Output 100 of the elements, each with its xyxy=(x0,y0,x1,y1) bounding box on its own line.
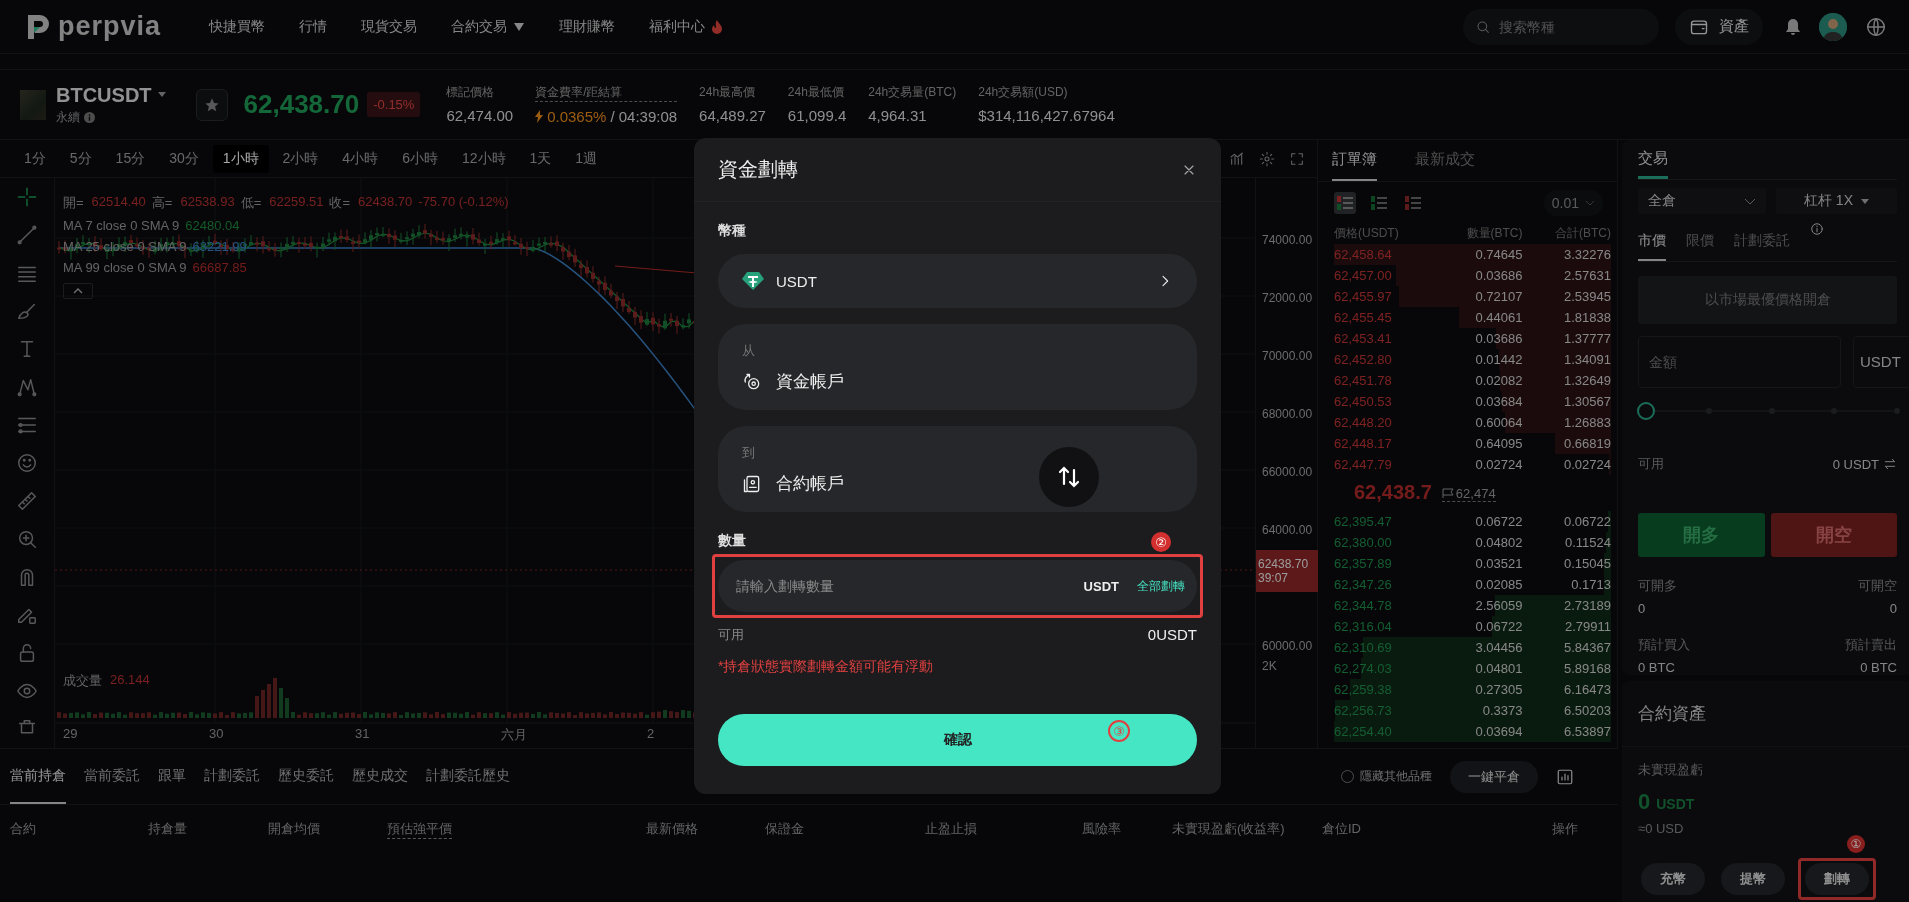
positions-tab[interactable]: 跟單 xyxy=(158,749,186,804)
precision-select[interactable]: 0.01 xyxy=(1543,190,1603,216)
available-value: 0USDT xyxy=(1147,626,1197,644)
volume-value: 26.144 xyxy=(110,672,150,689)
legend-change: -75.70 (-0.12%) xyxy=(418,194,509,211)
nav-link[interactable]: 行情 xyxy=(299,17,328,36)
asset-action-button[interactable]: 充幣 xyxy=(1641,863,1705,895)
leverage-select[interactable]: 杠杆 1X xyxy=(1776,188,1897,215)
pnl-usd: ≈0 USD xyxy=(1638,821,1685,836)
timeframe-tab[interactable]: 15分 xyxy=(105,144,156,173)
timeframe-tab[interactable]: 1天 xyxy=(519,144,562,173)
nav-link[interactable]: 合約交易 xyxy=(451,17,526,36)
order-price: 62,395.47 xyxy=(1334,514,1393,529)
nav-link[interactable]: 快捷買幣 xyxy=(209,17,266,36)
price-axis-label: 60000.00 xyxy=(1262,638,1314,655)
order-amount: 0.04802 xyxy=(1474,535,1523,550)
stat-label: 預計買入 xyxy=(1638,636,1690,654)
account-card[interactable]: 到 合約帳戶 xyxy=(718,426,1197,512)
stat-value: 62,474.00 xyxy=(446,107,514,124)
order-total: 1.26883 xyxy=(1563,415,1611,430)
stat-value: $314,116,427.67964 xyxy=(978,107,1115,124)
indicator-label: MA 7 close 0 SMA 9 xyxy=(63,218,180,233)
amount-unit: USDT xyxy=(1083,578,1119,594)
from-account: 資金帳戶 xyxy=(776,371,844,393)
asset-action-button[interactable]: 提幣 xyxy=(1721,863,1785,895)
order-price: 62,347.26 xyxy=(1334,577,1393,592)
order-book-tab[interactable]: 訂單簿 xyxy=(1332,140,1377,181)
price-axis-label: 68000.00 xyxy=(1262,406,1314,423)
stat-value: 61,099.4 xyxy=(787,107,847,124)
positions-tab[interactable]: 計劃委託 xyxy=(204,749,260,804)
positions-tab[interactable]: 計劃委託歷史 xyxy=(426,749,510,804)
order-total: 6.16473 xyxy=(1563,682,1611,697)
order-total: 1.32649 xyxy=(1563,373,1611,388)
order-price: 62,274.03 xyxy=(1334,661,1393,676)
order-price: 62,380.00 xyxy=(1334,535,1393,550)
timeframe-tab[interactable]: 12小時 xyxy=(451,144,516,173)
search-field[interactable]: 搜索幣種 xyxy=(1463,8,1659,45)
column-header: 未實現盈虧(收益率) xyxy=(1172,820,1286,838)
stat-label: 標記價格 xyxy=(446,84,496,101)
order-total: 2.53945 xyxy=(1563,289,1611,304)
pnl-label: 未實現盈虧 xyxy=(1638,761,1704,779)
funding-rate: 0.0365% xyxy=(547,108,607,125)
symbol-name[interactable]: BTCUSDT xyxy=(56,83,152,107)
unit-select[interactable]: USDT xyxy=(1853,335,1909,388)
margin-mode-select[interactable]: 全倉 xyxy=(1638,188,1766,215)
contract-type: 永續 xyxy=(56,108,80,126)
order-total: 2.79911 xyxy=(1563,619,1611,634)
timeframe-tab[interactable]: 5分 xyxy=(59,144,102,173)
order-price: 62,453.41 xyxy=(1334,331,1393,346)
transfer-all-link[interactable]: 全部劃轉 xyxy=(1137,577,1185,595)
timeframe-tab[interactable]: 6小時 xyxy=(392,144,448,173)
nav-link[interactable]: 理財賺幣 xyxy=(559,17,616,36)
order-amount: 0.03686 xyxy=(1474,268,1523,283)
panel-title: 合約資產 xyxy=(1638,703,1706,725)
column-header: 操作 xyxy=(1552,820,1578,838)
nav-link[interactable]: 福利中心 xyxy=(649,17,724,36)
order-price: 62,455.97 xyxy=(1334,289,1393,304)
time-axis-label: 31 xyxy=(355,726,370,741)
nav-link[interactable]: 現貨交易 xyxy=(361,17,418,36)
stat-label: 24h交易額(USD) xyxy=(978,84,1069,101)
column-header: 止盈止損 xyxy=(925,820,978,838)
amount-field[interactable]: 金額 xyxy=(1638,335,1841,388)
timeframe-tab[interactable]: 1週 xyxy=(565,144,608,173)
assets-button[interactable]: 資產 xyxy=(1675,8,1763,45)
trade-tab[interactable]: 交易 xyxy=(1638,140,1668,180)
order-total: 1.37777 xyxy=(1563,331,1611,346)
order-amount: 0.01442 xyxy=(1474,352,1523,367)
positions-tab[interactable]: 當前委託 xyxy=(84,749,140,804)
column-header: 數量(BTC) xyxy=(1465,224,1523,242)
positions-tab[interactable]: 歷史委託 xyxy=(278,749,334,804)
timeframe-tab[interactable]: 30分 xyxy=(159,144,209,173)
order-amount: 0.06722 xyxy=(1474,514,1523,529)
stat-value: 4,964.31 xyxy=(868,107,928,124)
asset-action-button[interactable]: 劃轉 xyxy=(1805,863,1869,895)
time-axis-label: 六月 xyxy=(501,727,527,742)
volume-label: 成交量 xyxy=(63,672,102,690)
timeframe-tab[interactable]: 1小時 xyxy=(212,144,269,173)
indicator-value: 62480.04 xyxy=(185,218,240,233)
stat-label: 可開空 xyxy=(1858,577,1897,595)
account-card[interactable]: 从 資金帳戶 xyxy=(718,324,1197,410)
order-amount: 0.04801 xyxy=(1474,661,1523,676)
order-price: 62,452.80 xyxy=(1334,352,1393,367)
timeframe-tab[interactable]: 1分 xyxy=(14,144,56,173)
positions-tab[interactable]: 歷史成交 xyxy=(352,749,408,804)
positions-tab[interactable]: 當前持倉 xyxy=(10,749,66,804)
amount-field[interactable]: 請輸入劃轉數量 USDT 全部劃轉 xyxy=(718,560,1197,612)
order-price: 62,316.04 xyxy=(1334,619,1393,634)
currency-select[interactable]: USDT xyxy=(718,254,1197,308)
timeframe-tab[interactable]: 4小時 xyxy=(332,144,389,173)
to-account: 合約帳戶 xyxy=(776,473,844,495)
indicator-label: MA 99 close 0 SMA 9 xyxy=(63,260,187,275)
search-input[interactable]: 搜索幣種 xyxy=(1499,11,1649,42)
order-total: 0.02724 xyxy=(1563,457,1611,472)
order-total: 0.66819 xyxy=(1563,436,1611,451)
step-marker: ① xyxy=(1847,835,1865,853)
close-all-button[interactable]: 一鍵平倉 xyxy=(1450,760,1538,793)
order-type-tab[interactable]: 市價 xyxy=(1638,222,1666,262)
price-axis-label: 70000.00 xyxy=(1262,348,1314,365)
price-axis-label: 64000.00 xyxy=(1262,522,1314,539)
timeframe-tab[interactable]: 2小時 xyxy=(272,144,329,173)
